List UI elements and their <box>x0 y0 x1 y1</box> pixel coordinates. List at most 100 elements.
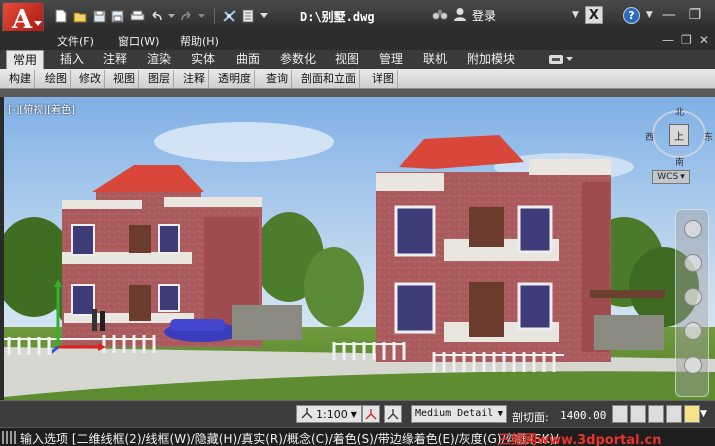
binoculars-icon[interactable] <box>432 7 448 24</box>
toolbar-separator <box>214 8 215 24</box>
panel-view[interactable]: 视图 <box>110 70 139 88</box>
navigation-bar <box>675 209 709 397</box>
zoom-icon[interactable] <box>684 288 702 306</box>
tab-addins[interactable]: 附加模块 <box>467 50 515 69</box>
showmotion-icon[interactable] <box>684 356 702 374</box>
panel-inquiry[interactable]: 查询 <box>263 70 292 88</box>
tab-annotate[interactable]: 注释 <box>103 50 127 69</box>
layer-properties-icon[interactable] <box>240 8 256 24</box>
exchange-icon[interactable]: X <box>584 6 603 24</box>
menu-file[interactable]: 文件(F) <box>57 33 94 49</box>
panel-draw[interactable]: 绘图 <box>42 70 71 88</box>
command-prompt-text: 输入选项 [二维线框(2)/线框(W)/隐藏(H)/真实(R)/概念(C)/着色… <box>20 432 559 446</box>
title-bar: A A D:\别墅.dwg <box>0 0 715 46</box>
status-bar: 1:100 ▼ Medium Detail ▼ 剖切面: 1400.00 ▼ <box>0 400 715 427</box>
quick-access-toolbar <box>53 8 272 24</box>
annotation-scale-control[interactable]: 1:100 ▼ <box>296 405 362 423</box>
drawing-viewport[interactable]: [-][俯视][着色] 北 南 西 东 上 WCS ▾ <box>4 97 715 400</box>
minimize-window-button[interactable]: — <box>659 6 679 24</box>
layer-key-icon[interactable] <box>630 405 646 423</box>
section-plane-value[interactable]: 1400.00 <box>560 409 606 422</box>
ucs-axis-icon <box>52 279 106 354</box>
save-icon[interactable] <box>91 8 107 24</box>
menu-help[interactable]: 帮助(H) <box>180 33 219 49</box>
viewcube-east[interactable]: 东 <box>704 130 713 143</box>
open-file-icon[interactable] <box>72 8 88 24</box>
tab-solid[interactable]: 实体 <box>191 50 215 69</box>
command-line[interactable]: 输入选项 [二维线框(2)/线框(W)/隐藏(H)/真实(R)/概念(C)/着色… <box>0 427 715 446</box>
panel-section-elevation[interactable]: 剖面和立面 <box>298 70 360 88</box>
panel-build[interactable]: 构建 <box>6 70 35 88</box>
document-restore-button[interactable]: ❐ <box>681 33 692 47</box>
ribbon-panel-bar: 构建 绘图 修改 视图 图层 注释 透明度 查询 剖面和立面 详图 <box>0 69 715 89</box>
pan-icon[interactable] <box>684 254 702 272</box>
status-menu-icon[interactable]: ▼ <box>700 409 707 419</box>
detail-level-select[interactable]: Medium Detail ▼ <box>411 405 507 423</box>
customize-dropdown-icon[interactable] <box>259 8 269 24</box>
print-icon[interactable] <box>129 8 145 24</box>
tab-render[interactable]: 渲染 <box>147 50 171 69</box>
annotation-scale-value: 1:100 <box>316 407 348 421</box>
panel-annotation[interactable]: 注释 <box>180 70 209 88</box>
hardware-acceleration-icon[interactable] <box>666 405 682 423</box>
login-area: 登录 <box>432 7 496 24</box>
panel-transparency[interactable]: 透明度 <box>215 70 255 88</box>
dropdown-arrow-icon[interactable]: ▼ <box>572 10 579 20</box>
undo-dropdown-icon[interactable] <box>167 8 175 24</box>
user-icon[interactable] <box>453 7 467 24</box>
annotation-scale-icon <box>301 407 313 422</box>
help-icon[interactable]: ? <box>622 6 640 24</box>
surface-hatch-icon[interactable] <box>612 405 628 423</box>
redo-icon[interactable] <box>178 8 194 24</box>
scale-dropdown-icon: ▼ <box>350 409 357 419</box>
save-as-icon[interactable] <box>110 8 126 24</box>
tab-insert[interactable]: 插入 <box>60 50 84 69</box>
viewcube-north[interactable]: 北 <box>675 105 684 118</box>
ucs-menu-button[interactable]: WCS ▾ <box>652 170 690 184</box>
command-line-grip-icon[interactable] <box>2 431 16 444</box>
undo-icon[interactable] <box>148 8 164 24</box>
document-close-button[interactable]: ✕ <box>699 33 709 47</box>
tab-online[interactable]: 联机 <box>423 50 447 69</box>
viewcube-west[interactable]: 西 <box>645 130 654 143</box>
panel-layers[interactable]: 图层 <box>145 70 174 88</box>
site-watermark: 三维网www.3dportal.cn <box>498 433 662 446</box>
login-button[interactable]: 登录 <box>472 7 496 24</box>
ribbon-tab-bar: 常用 插入 注释 渲染 实体 曲面 参数化 视图 管理 联机 附加模块 <box>0 50 715 69</box>
status-tray <box>612 405 700 423</box>
steeringwheel-icon[interactable] <box>684 220 702 238</box>
bulb-icon[interactable] <box>684 405 700 423</box>
ribbon-collapsed-strip <box>0 89 715 97</box>
viewport-controls-label[interactable]: [-][俯视][着色] <box>8 101 75 116</box>
tab-view[interactable]: 视图 <box>335 50 359 69</box>
document-minimize-button[interactable]: — <box>662 33 674 47</box>
viewcube-south[interactable]: 南 <box>675 155 684 168</box>
tab-parametric[interactable]: 参数化 <box>280 50 316 69</box>
annotation-visibility-icon[interactable] <box>362 405 380 423</box>
orbit-icon[interactable] <box>684 322 702 340</box>
workspace-icon[interactable] <box>221 8 237 24</box>
auto-scale-icon[interactable] <box>384 405 402 423</box>
wcs-label: WCS <box>657 172 679 182</box>
tab-home[interactable]: 常用 <box>6 50 45 69</box>
redo-dropdown-icon[interactable] <box>197 8 205 24</box>
document-title: D:\别墅.dwg <box>300 10 375 24</box>
new-file-icon[interactable] <box>53 8 69 24</box>
help-dropdown-icon[interactable]: ▼ <box>646 10 653 20</box>
viewcube-top-face[interactable]: 上 <box>669 124 689 146</box>
tab-manage[interactable]: 管理 <box>379 50 403 69</box>
restore-window-button[interactable]: ❐ <box>685 6 705 24</box>
wcs-dropdown-icon: ▾ <box>680 172 685 182</box>
dropdown-arrow-icon <box>34 21 42 26</box>
close-window-button[interactable]: ✕ <box>711 6 715 24</box>
menu-window[interactable]: 窗口(W) <box>118 33 159 49</box>
section-plane-label: 剖切面: <box>512 411 549 424</box>
viewcube[interactable]: 北 南 西 东 上 <box>644 105 714 168</box>
tab-surface[interactable]: 曲面 <box>236 50 260 69</box>
panel-modify[interactable]: 修改 <box>76 70 105 88</box>
panel-detail[interactable]: 详图 <box>369 70 398 88</box>
detail-dropdown-icon: ▼ <box>497 409 503 419</box>
ribbon-minimize-icon[interactable] <box>548 54 574 65</box>
isolate-objects-icon[interactable] <box>648 405 664 423</box>
menu-bar: 文件(F) 窗口(W) 帮助(H) — ❐ ✕ <box>0 31 715 50</box>
